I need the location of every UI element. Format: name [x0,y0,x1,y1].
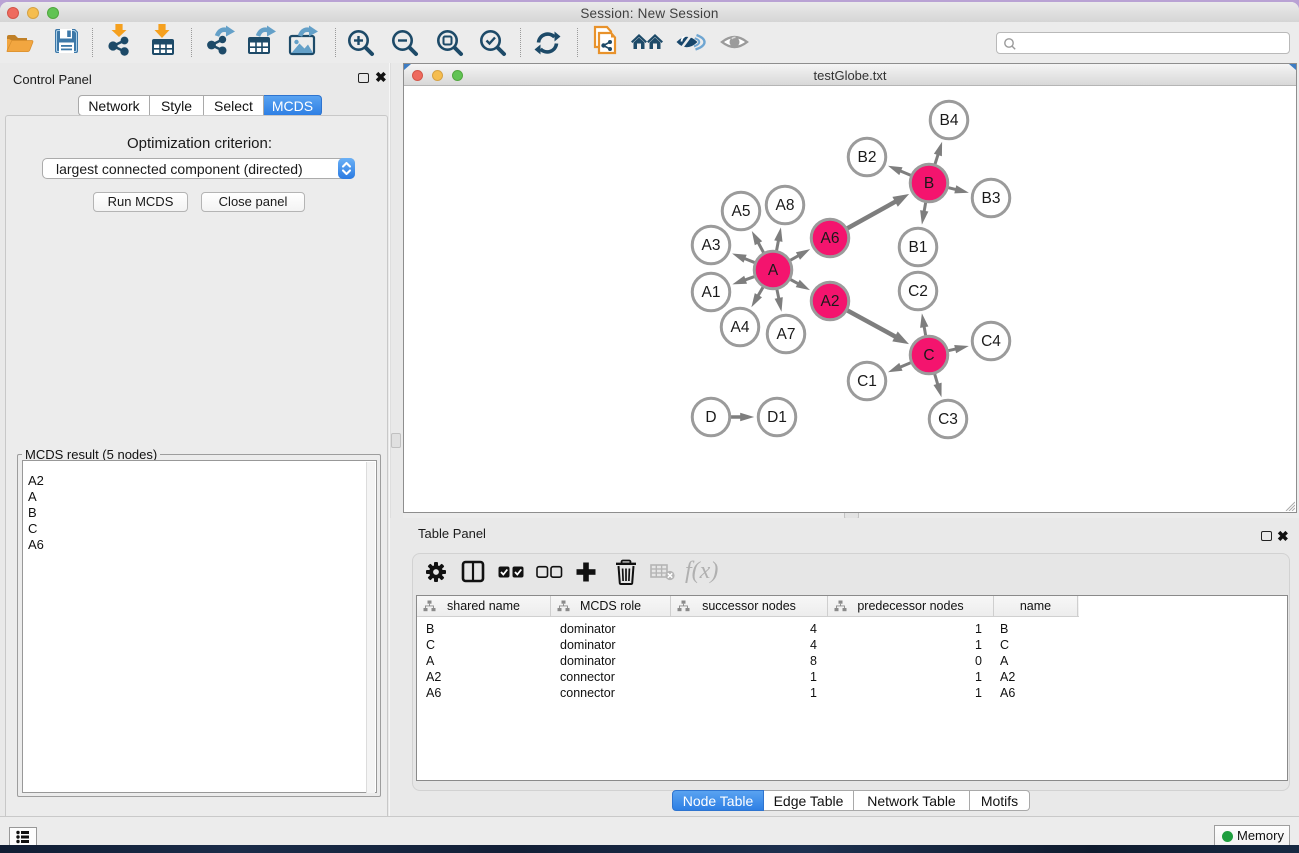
svg-text:B: B [924,175,934,192]
svg-text:D: D [705,409,716,426]
svg-text:C3: C3 [938,411,958,428]
svg-text:A2: A2 [821,293,840,310]
svg-text:C4: C4 [981,333,1001,350]
svg-text:A: A [768,262,779,279]
svg-text:A4: A4 [731,319,750,336]
svg-text:C2: C2 [908,283,928,300]
svg-text:B4: B4 [940,112,959,129]
svg-text:A8: A8 [776,197,795,214]
svg-text:A6: A6 [821,230,840,247]
svg-text:C: C [923,347,934,364]
svg-text:A7: A7 [777,326,796,343]
svg-text:A3: A3 [702,237,721,254]
svg-text:A1: A1 [702,284,721,301]
svg-text:D1: D1 [767,409,787,426]
svg-text:C1: C1 [857,373,877,390]
svg-text:B2: B2 [858,149,877,166]
svg-text:A5: A5 [732,203,751,220]
svg-text:B1: B1 [909,239,928,256]
svg-text:B3: B3 [982,190,1001,207]
